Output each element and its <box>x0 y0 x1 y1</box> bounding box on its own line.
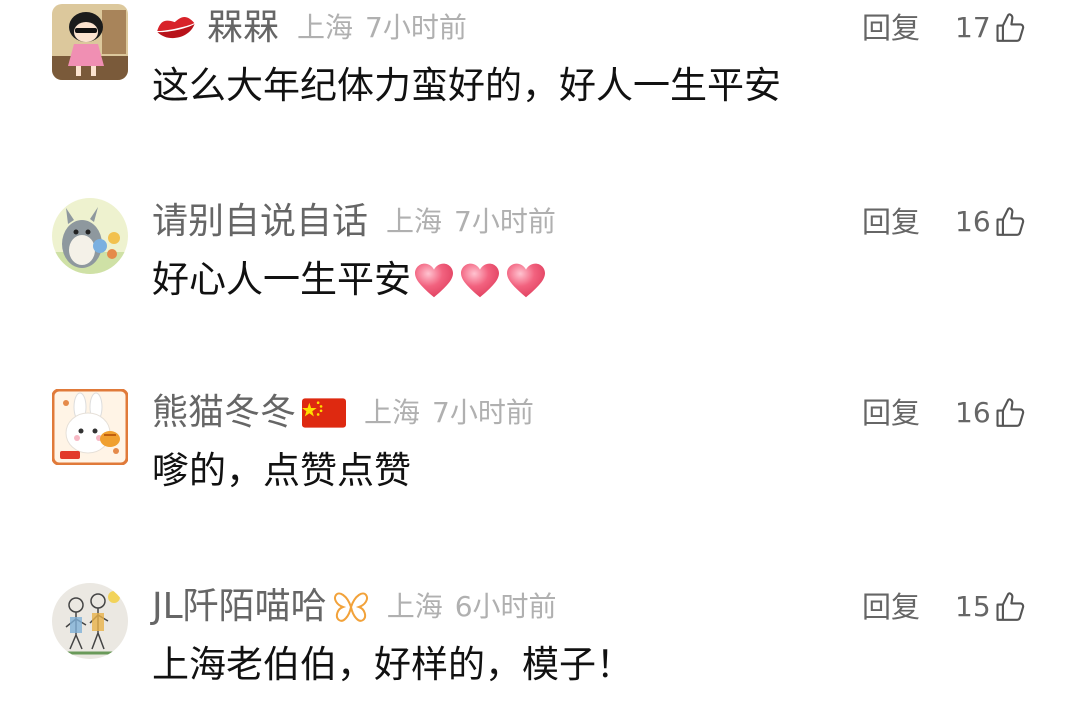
reply-button[interactable]: 回复 <box>862 585 920 629</box>
china-flag-icon <box>302 398 347 428</box>
like-button[interactable]: 15 <box>955 585 1027 629</box>
comment-text: 好心人一生平安 <box>152 258 411 301</box>
timestamp: 6小时前 <box>454 590 557 623</box>
username[interactable]: 请别自说自话 <box>152 200 368 244</box>
location: 上海 <box>386 205 443 238</box>
sketch-avatar[interactable] <box>52 583 128 659</box>
comment-meta: 请别自说自话 上海 7小时前 <box>152 200 556 244</box>
thumbs-up-icon[interactable] <box>993 11 1027 45</box>
location: 上海 <box>364 396 421 429</box>
heart-icon <box>411 258 457 302</box>
comment-meta: JL阡陌喵哈 上海 6小时前 <box>152 585 557 629</box>
comment-text: 嗲的，点赞点赞 <box>152 449 411 492</box>
timestamp: 7小时前 <box>454 205 556 238</box>
thumbs-up-icon[interactable] <box>993 396 1027 430</box>
comment-item: 请别自说自话 上海 7小时前 好心人一生平安 回复 16 <box>0 198 1080 330</box>
like-button[interactable]: 16 <box>955 200 1027 244</box>
location: 上海 <box>297 11 354 44</box>
thumbs-up-icon[interactable] <box>993 590 1027 624</box>
comment-meta: 槑槑 上海 7小时前 <box>152 6 467 50</box>
like-count: 17 <box>955 11 991 44</box>
like-button[interactable]: 17 <box>955 6 1027 50</box>
comment-body: 好心人一生平安 <box>152 258 549 302</box>
comment-item: 槑槑 上海 7小时前 这么大年纪体力蛮好的，好人一生平安 回复 17 <box>0 4 1080 136</box>
timestamp: 7小时前 <box>432 396 534 429</box>
reply-button[interactable]: 回复 <box>862 200 920 244</box>
lips-icon <box>155 13 197 43</box>
comment-text: 这么大年纪体力蛮好的，好人一生平安 <box>152 64 781 107</box>
reply-button[interactable]: 回复 <box>862 6 920 50</box>
username[interactable]: JL阡陌喵哈 <box>152 585 327 629</box>
butterfly-icon <box>333 591 369 623</box>
username[interactable]: 槑槑 <box>207 6 279 50</box>
comment-text: 上海老伯伯，好样的，模子！ <box>152 643 633 686</box>
location: 上海 <box>386 590 443 623</box>
reply-button[interactable]: 回复 <box>862 391 920 435</box>
cartoon-girl-avatar[interactable] <box>52 4 128 80</box>
comment-meta: 熊猫冬冬 上海 7小时前 <box>152 391 534 435</box>
thumbs-up-icon[interactable] <box>993 205 1027 239</box>
comment-item: JL阡陌喵哈 上海 6小时前 上海老伯伯，好样的，模子！ 回复 15 <box>0 583 1080 715</box>
like-count: 16 <box>955 396 991 429</box>
heart-icon <box>503 258 549 302</box>
like-count: 16 <box>955 205 991 238</box>
timestamp: 7小时前 <box>365 11 467 44</box>
bunny-avatar[interactable] <box>52 389 128 465</box>
username[interactable]: 熊猫冬冬 <box>152 391 296 435</box>
heart-icon <box>457 258 503 302</box>
comment-item: 熊猫冬冬 上海 7小时前 嗲的，点赞点赞 回复 16 <box>0 389 1080 521</box>
totoro-avatar[interactable] <box>52 198 128 274</box>
like-button[interactable]: 16 <box>955 391 1027 435</box>
like-count: 15 <box>955 590 991 623</box>
